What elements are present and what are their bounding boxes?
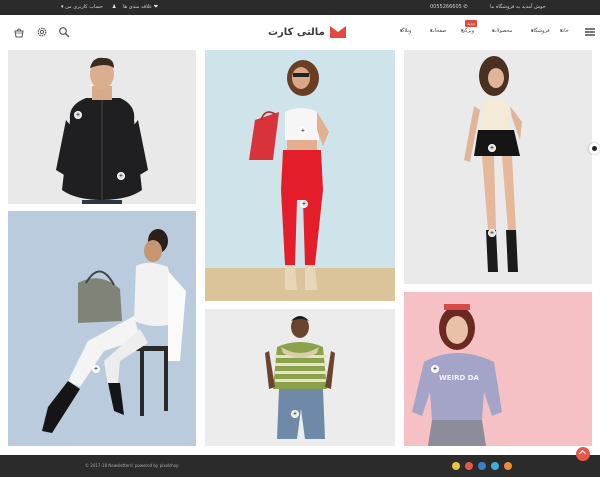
- payment-icon: [452, 462, 460, 470]
- product-tile-striped-shirt[interactable]: +: [205, 309, 395, 446]
- hotspot-marker[interactable]: +: [92, 365, 100, 373]
- payment-icon: [491, 462, 499, 470]
- top-bar: ▾ حساب کاربری من ♟ علاقه مندی ها ❤ 00552…: [0, 0, 600, 15]
- product-tile-leather-jacket[interactable]: + +: [8, 50, 196, 204]
- hotspot-marker[interactable]: +: [300, 200, 308, 208]
- logo-icon: [329, 26, 346, 38]
- black-skirt-woman-image: [464, 56, 522, 272]
- product-tile-sweater[interactable]: WEIRD DA +: [404, 292, 592, 446]
- hotspot-marker[interactable]: +: [299, 127, 307, 135]
- sweater-print: WEIRD DA: [439, 374, 480, 382]
- account-link[interactable]: ▾ حساب کاربری من: [61, 4, 103, 10]
- leather-jacket-man-image: [56, 57, 148, 204]
- menu-icon[interactable]: [584, 26, 596, 38]
- search-icon[interactable]: [58, 26, 70, 38]
- red-pants-woman-image: [205, 50, 395, 301]
- nav-item-features[interactable]: ویژگی ▾: [461, 28, 474, 34]
- product-tile-black-skirt[interactable]: + +: [404, 50, 592, 284]
- site-header: مالتی کارت وبلاگ ▾ صفحات ▾ ویژگی ▾ محصول…: [0, 15, 600, 49]
- phone-icon: ✆: [463, 4, 468, 10]
- payment-icon: [504, 462, 512, 470]
- hotspot-marker[interactable]: +: [74, 111, 82, 119]
- welcome-text: خوش آمدید به فروشگاه ما: [490, 4, 546, 10]
- hotspot-marker[interactable]: +: [488, 144, 496, 152]
- user-icon: ▾: [61, 4, 64, 10]
- product-tile-red-pants[interactable]: + +: [205, 50, 395, 301]
- white-outfit-woman-image: [8, 211, 196, 446]
- hotspot-marker[interactable]: +: [488, 229, 496, 237]
- heart-icon: ❤: [153, 4, 158, 10]
- hotspot-marker[interactable]: +: [291, 410, 299, 418]
- phone-number: 0055266605 ✆: [430, 4, 468, 10]
- site-footer: © 2017-18 Newsletters! powered by pixels…: [0, 455, 600, 477]
- copyright-text: © 2017-18 Newsletters! powered by pixels…: [85, 463, 179, 468]
- payment-icon: [465, 462, 473, 470]
- nav-item-shop[interactable]: فروشگاه ▾: [531, 28, 550, 34]
- back-to-top-button[interactable]: [576, 447, 590, 461]
- account-user[interactable]: ♟: [112, 4, 116, 10]
- site-logo[interactable]: مالتی کارت: [268, 23, 346, 41]
- cart-icon[interactable]: [13, 26, 25, 38]
- product-tile-white-outfit[interactable]: +: [8, 211, 196, 446]
- person-icon: ♟: [112, 4, 117, 10]
- wishlist-link[interactable]: علاقه مندی ها ❤: [123, 4, 158, 10]
- settings-icon[interactable]: [36, 26, 48, 38]
- payment-icon: [478, 462, 486, 470]
- nav-item-blog[interactable]: وبلاگ ▾: [400, 28, 411, 34]
- hotspot-marker[interactable]: +: [117, 172, 125, 180]
- nav-item-pages[interactable]: صفحات ▾: [430, 28, 446, 34]
- nav-item-products[interactable]: محصولات ▾: [492, 28, 512, 34]
- side-panel-toggle[interactable]: [589, 143, 600, 154]
- nav-item-home[interactable]: خانه ▾: [560, 28, 569, 34]
- hotspot-marker[interactable]: +: [431, 365, 439, 373]
- striped-shirt-man-image: [265, 316, 335, 439]
- new-badge: جدید: [465, 20, 477, 27]
